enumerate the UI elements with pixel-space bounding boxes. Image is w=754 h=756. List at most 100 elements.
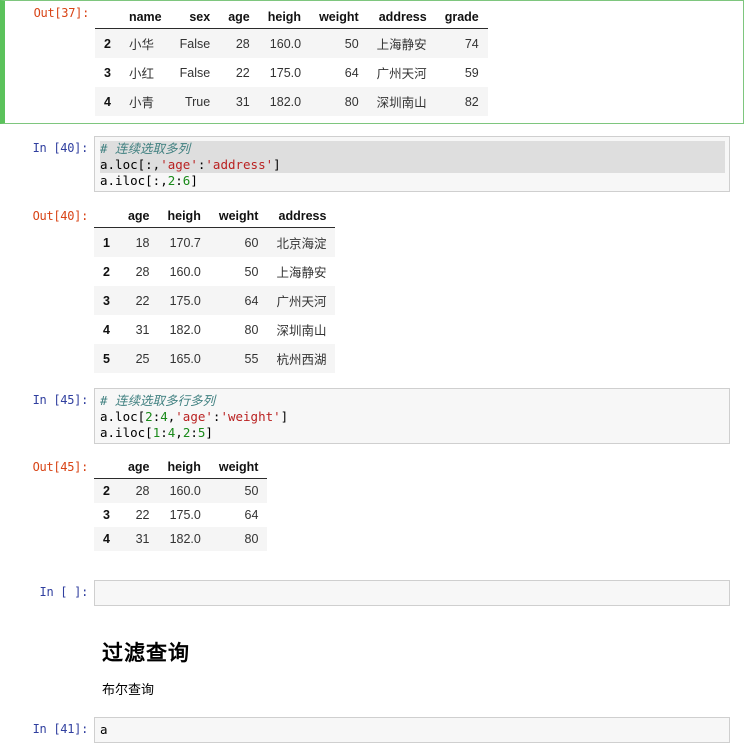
dataframe-col-header: age [118, 455, 159, 479]
dataframe-col-header: heigh [158, 455, 210, 479]
code-token-plain: a.loc[ [100, 409, 146, 424]
cell-value: 59 [464, 65, 479, 80]
row-index: 2 [104, 36, 111, 51]
code-line: # 连续选取多列 [100, 141, 725, 157]
cell-value: 28 [135, 264, 150, 279]
input-cell-in40[interactable]: In [40]: # 连续选取多列 a.loc[:,'age':'address'… [0, 136, 754, 192]
dataframe-col-header: weight [310, 5, 368, 29]
input-prompt-label: In [ ]: [39, 585, 89, 599]
cell-value: 广州天河 [276, 295, 327, 309]
row-index: 5 [103, 351, 110, 366]
output-cell-body: name sex age heigh weight address grade … [95, 5, 743, 116]
table-row: 3 22 175.0 64 广州天河 [94, 286, 336, 315]
row-index: 3 [104, 65, 111, 80]
table-row: 4 31 182.0 80 深圳南山 [94, 315, 336, 344]
cell-value: False [179, 36, 211, 51]
output-cell-out40: Out[40]: age heigh weight address 1 18 1… [0, 204, 754, 373]
dataframe-body: 2 28 160.0 50 3 22 175.0 64 4 31 182.0 8… [94, 478, 268, 551]
code-token-plain: a.iloc[ [100, 425, 153, 440]
dataframe-header-row: age heigh weight address [94, 204, 336, 228]
cell-value: 28 [235, 36, 250, 51]
cell-value: 22 [135, 293, 150, 308]
code-token-str: 'age' [175, 409, 213, 424]
code-editor-in40[interactable]: # 连续选取多列 a.loc[:,'age':'address'] a.iloc[:… [94, 136, 730, 192]
dataframe-head: age heigh weight [94, 455, 268, 479]
cell-value: 18 [135, 235, 150, 250]
input-cell-empty[interactable]: In [ ]: [0, 580, 754, 606]
row-index: 4 [103, 532, 110, 546]
code-token-comment: # 连续选取多行多列 [100, 393, 216, 408]
cell-value: 80 [244, 322, 259, 337]
cell-value: 深圳南山 [276, 324, 327, 338]
row-index: 2 [103, 484, 110, 498]
input-cell-in45[interactable]: In [45]: # 连续选取多行多列 a.loc[2:4,'age':'weig… [0, 388, 754, 444]
cell-value: 31 [235, 94, 250, 109]
cell-value: 64 [344, 65, 359, 80]
code-token-plain: ] [280, 409, 289, 424]
dataframe-col-header: sex [170, 5, 220, 29]
row-index: 2 [103, 264, 110, 279]
dataframe-col-header: weight [209, 204, 268, 228]
output-cell-out37: Out[37]: name sex age heigh weight addre… [5, 5, 743, 116]
code-line: a [100, 722, 725, 738]
code-token-plain: a.iloc[:, [100, 173, 168, 188]
dataframe-head: age heigh weight address [94, 204, 336, 228]
dataframe-col-header: address [367, 5, 436, 29]
table-row: 2 小华 False 28 160.0 50 上海静安 74 [95, 28, 488, 58]
page-title: 过滤查询 [102, 641, 190, 665]
row-index: 4 [103, 322, 110, 337]
cell-value: 小华 [128, 38, 154, 52]
dataframe-col-header: address [267, 204, 336, 228]
code-token-plain: a.loc[:, [100, 157, 161, 172]
table-row: 2 28 160.0 50 [94, 478, 268, 503]
cell-value: 175.0 [269, 65, 302, 80]
cell-value: 74 [464, 36, 479, 51]
table-row: 3 小红 False 22 175.0 64 广州天河 59 [95, 58, 488, 87]
cell-value: 50 [244, 264, 259, 279]
code-editor-in45[interactable]: # 连续选取多行多列 a.loc[2:4,'age':'weight'] a.ilo… [94, 388, 730, 444]
cell-value: 160.0 [169, 264, 201, 279]
dataframe-header-row: name sex age heigh weight address grade [95, 5, 488, 29]
cell-value: 64 [244, 293, 259, 308]
cell-value: 杭州西湖 [276, 353, 327, 367]
dataframe-table-out37: name sex age heigh weight address grade … [95, 5, 488, 116]
cell-value: 55 [244, 351, 259, 366]
code-token-comment: # 连续选取多列 [100, 141, 191, 156]
dataframe-col-header: age [118, 204, 159, 228]
cell-value: 31 [135, 322, 150, 337]
selected-cell-frame[interactable]: Out[37]: name sex age heigh weight addre… [0, 0, 744, 124]
code-editor-in41[interactable]: a [94, 717, 730, 743]
code-line: a.iloc[:,2:6] [100, 173, 725, 189]
code-line: a.loc[2:4,'age':'weight'] [100, 409, 725, 425]
markdown-cell[interactable]: 过滤查询 布尔查询 [0, 637, 754, 698]
dataframe-table-out40: age heigh weight address 1 18 170.7 60 北… [94, 204, 336, 373]
code-token-str: 'age' [160, 157, 198, 172]
code-editor-empty[interactable] [94, 580, 730, 606]
cell-value: 上海静安 [376, 38, 427, 52]
table-row: 4 小青 True 31 182.0 80 深圳南山 82 [95, 87, 488, 116]
table-row: 5 25 165.0 55 杭州西湖 [94, 344, 336, 373]
cell-value: 50 [244, 484, 259, 498]
cell-value: 182.0 [269, 94, 302, 109]
cell-value: 175.0 [169, 508, 201, 522]
cell-value: 22 [235, 65, 250, 80]
dataframe-index-header [94, 455, 119, 479]
input-cell-in41[interactable]: In [41]: a [0, 717, 754, 743]
output-prompt-label: Out[37]: [33, 6, 90, 20]
output-cell-selected[interactable]: Out[37]: name sex age heigh weight addre… [0, 0, 744, 124]
dataframe-body: 2 小华 False 28 160.0 50 上海静安 74 3 小红 Fals… [95, 28, 488, 116]
cell-value: 31 [135, 532, 150, 546]
output-cell-body: age heigh weight address 1 18 170.7 60 北… [94, 204, 754, 373]
table-row: 3 22 175.0 64 [94, 503, 268, 527]
code-token-plain: : [160, 425, 168, 440]
output-cell-body: age heigh weight 2 28 160.0 50 3 22 175.… [94, 455, 754, 551]
cell-value: 160.0 [269, 36, 302, 51]
cell-value: 深圳南山 [376, 96, 427, 110]
dataframe-body: 1 18 170.7 60 北京海淀 2 28 160.0 50 上海静安 3 … [94, 227, 336, 373]
cell-value: 165.0 [169, 351, 201, 366]
dataframe-head: name sex age heigh weight address grade [95, 5, 488, 29]
cell-value: 182.0 [169, 322, 201, 337]
cell-value: 175.0 [169, 293, 201, 308]
output-prompt-label: Out[45]: [32, 460, 89, 474]
code-token-plain: ] [190, 173, 198, 188]
